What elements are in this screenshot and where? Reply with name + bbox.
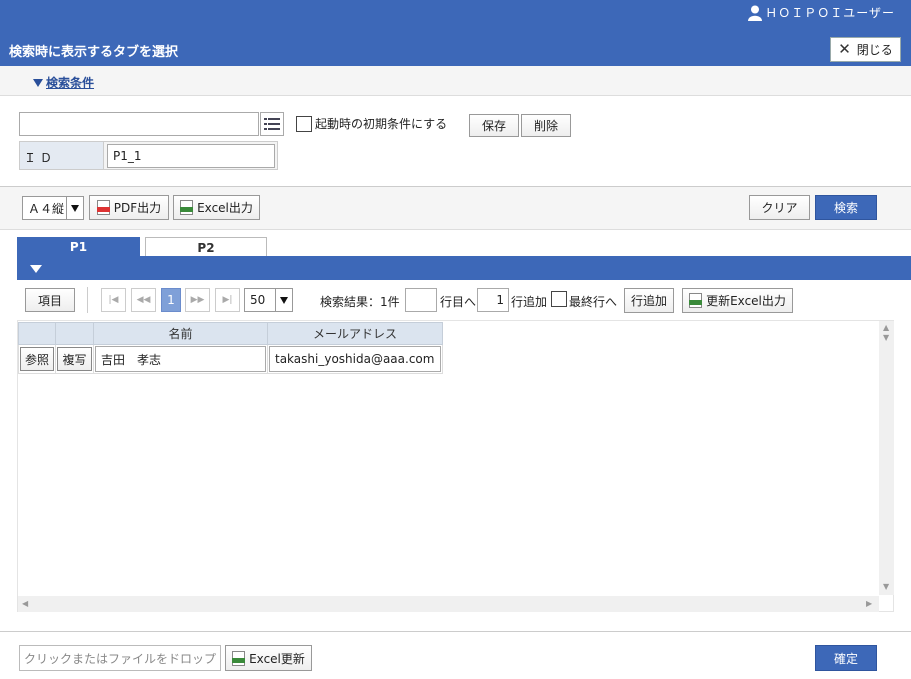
search-button[interactable]: 検索 <box>815 195 877 220</box>
table-header-row: 名前 メールアドレス <box>18 322 443 345</box>
column-header-copy <box>55 322 94 345</box>
name-cell[interactable]: 吉田 孝志 <box>95 346 266 372</box>
saved-condition-input[interactable] <box>19 112 259 136</box>
page-title: 検索時に表示するタブを選択 <box>9 45 179 60</box>
delete-button[interactable]: 削除 <box>521 114 571 137</box>
user-icon <box>748 5 763 21</box>
paper-size-value: Ａ４縦 <box>28 201 65 216</box>
clear-button[interactable]: クリア <box>749 195 810 220</box>
columns-button[interactable]: 項目 <box>25 288 75 312</box>
chevron-down-icon[interactable] <box>275 289 292 311</box>
excel-update-button[interactable]: Excel更新 <box>225 645 312 671</box>
paper-size-select[interactable]: Ａ４縦 <box>22 196 84 220</box>
goto-row-input[interactable] <box>405 288 437 312</box>
tab-p1[interactable]: P1 <box>17 237 140 257</box>
id-label: ＩＤ <box>20 142 104 169</box>
column-header-ref <box>18 322 56 345</box>
page-size-value: 50 <box>250 293 266 307</box>
top-bar: ＨＯＩＰＯＩユーザー <box>0 0 911 26</box>
result-count: 検索結果：1件 <box>320 295 400 309</box>
last-page-icon[interactable]: ▶| <box>215 288 240 312</box>
next-page-icon[interactable]: ▶▶ <box>185 288 210 312</box>
close-button[interactable]: ✕ 閉じる <box>830 37 901 62</box>
reference-button[interactable]: 参照 <box>20 347 54 371</box>
excel-export-button[interactable]: Excel出力 <box>173 195 260 220</box>
file-dropzone[interactable]: クリックまたはファイルをドロップ <box>19 645 221 671</box>
pdf-export-label: PDF出力 <box>113 201 162 215</box>
add-row-count-input[interactable]: 1 <box>477 288 509 312</box>
prev-page-icon[interactable]: ◀◀ <box>131 288 156 312</box>
confirm-button[interactable]: 確定 <box>815 645 877 671</box>
horizontal-scrollbar[interactable]: ◀ ▶ <box>18 596 879 612</box>
title-bar: 検索時に表示するタブを選択 <box>0 26 911 66</box>
panel-collapse-icon[interactable] <box>30 265 42 273</box>
goto-row-label[interactable]: 行目へ <box>440 293 476 310</box>
initial-condition-checkbox[interactable]: 起動時の初期条件にする <box>296 115 447 132</box>
list-icon <box>264 118 280 130</box>
close-icon: ✕ <box>838 40 851 58</box>
add-row-count-label: 行追加 <box>511 295 548 309</box>
save-button[interactable]: 保存 <box>469 114 519 137</box>
excel-file-icon <box>180 200 194 215</box>
close-label: 閉じる <box>856 43 893 57</box>
email-cell[interactable]: takashi_yoshida@aaa.com <box>269 346 441 372</box>
tab-panel-header <box>17 256 911 280</box>
last-row-checkbox[interactable] <box>551 291 567 307</box>
first-page-icon[interactable]: |◀ <box>101 288 126 312</box>
last-row-label: 最終行へ <box>569 295 618 309</box>
data-table: 名前 メールアドレス 参照 複写 吉田 孝志 takashi_yoshida@a… <box>18 322 443 374</box>
update-excel-export-label: 更新Excel出力 <box>706 294 786 308</box>
page-size-select[interactable]: 50 <box>244 288 293 312</box>
chevron-down-icon[interactable] <box>66 197 83 219</box>
table-row: 参照 複写 吉田 孝志 takashi_yoshida@aaa.com <box>18 344 443 374</box>
condition-toggle[interactable]: 検索条件 <box>33 74 94 91</box>
add-row-button[interactable]: 行追加 <box>624 288 674 313</box>
copy-button[interactable]: 複写 <box>57 347 92 371</box>
condition-toggle-label: 検索条件 <box>46 76 95 90</box>
column-header-email[interactable]: メールアドレス <box>267 322 443 345</box>
excel-update-label: Excel更新 <box>249 651 305 666</box>
id-input[interactable]: P1_1 <box>107 144 275 168</box>
user-name: ＨＯＩＰＯＩユーザー <box>765 6 895 20</box>
condition-header: 検索条件 <box>0 66 911 96</box>
condition-list-button[interactable] <box>260 112 284 136</box>
initial-condition-label: 起動時の初期条件にする <box>315 117 448 131</box>
collapse-triangle-icon <box>33 78 43 87</box>
pager-divider <box>87 287 88 313</box>
excel-file-icon <box>689 293 703 308</box>
excel-export-label: Excel出力 <box>197 201 253 215</box>
checkbox-box[interactable] <box>296 115 312 132</box>
excel-file-icon <box>232 650 246 666</box>
vertical-scrollbar[interactable]: ▲ ▼ ▼ <box>879 321 894 595</box>
current-page[interactable]: 1 <box>161 288 181 312</box>
column-header-name[interactable]: 名前 <box>93 322 268 345</box>
user-menu[interactable]: ＨＯＩＰＯＩユーザー <box>748 4 895 21</box>
update-excel-export-button[interactable]: 更新Excel出力 <box>682 288 793 313</box>
pdf-file-icon <box>96 200 110 215</box>
tab-p2[interactable]: P2 <box>145 237 267 257</box>
pdf-export-button[interactable]: PDF出力 <box>89 195 169 220</box>
id-condition-row: ＩＤ P1_1 <box>19 141 278 170</box>
